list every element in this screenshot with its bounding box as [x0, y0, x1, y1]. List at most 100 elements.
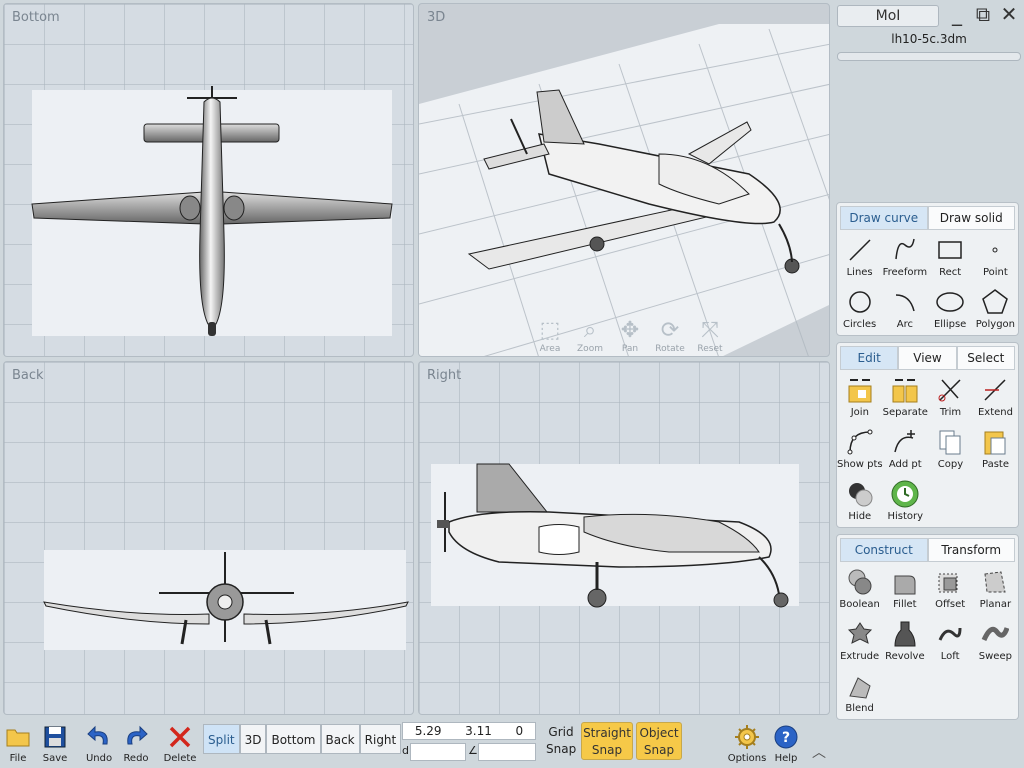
- view-bottom-button[interactable]: Bottom: [266, 724, 321, 754]
- arc-icon: [895, 294, 915, 312]
- file-button[interactable]: File: [0, 721, 36, 764]
- boolean-button[interactable]: Boolean: [837, 566, 882, 618]
- hide-button[interactable]: Hide: [837, 478, 883, 530]
- point-button[interactable]: Point: [973, 234, 1018, 286]
- app-badge[interactable]: MoI: [837, 5, 939, 27]
- viewport-bottom[interactable]: Bottom: [3, 3, 414, 357]
- undo-button[interactable]: Undo: [81, 721, 117, 764]
- tab-construct[interactable]: Construct: [840, 538, 928, 562]
- arc-button[interactable]: Arc: [882, 286, 927, 338]
- paste-button[interactable]: Paste: [973, 426, 1018, 478]
- freeform-icon: [895, 238, 915, 260]
- join-button[interactable]: Join: [837, 374, 883, 426]
- trim-icon: [938, 379, 961, 402]
- extend-button[interactable]: Extend: [973, 374, 1018, 426]
- ellipse-button[interactable]: Ellipse: [928, 286, 973, 338]
- line-icon: [849, 239, 871, 261]
- loft-icon: [938, 627, 962, 641]
- expand-up-icon[interactable]: ︿: [808, 742, 830, 762]
- blend-button[interactable]: Blend: [837, 670, 882, 722]
- viewport-back[interactable]: Back: [3, 361, 414, 715]
- viewport-3d[interactable]: 3D ⬚ Area ⌕ Zoom ✥ Pan ⟳ Rotate ⤧ Reset: [418, 3, 830, 357]
- aircraft-back-view: [43, 552, 409, 645]
- add-point-icon: [894, 430, 916, 453]
- planar-icon: [984, 571, 1006, 593]
- viewport-right[interactable]: Right: [418, 361, 830, 715]
- circles-button[interactable]: Circles: [837, 286, 882, 338]
- xyz-readout[interactable]: 5.29 3.11 0: [402, 722, 536, 740]
- grid-snap-toggle[interactable]: Grid Snap: [546, 724, 576, 758]
- sweep-icon: [982, 626, 1010, 642]
- redo-button[interactable]: Redo: [118, 721, 154, 764]
- polygon-icon: [982, 289, 1009, 314]
- view-right-button[interactable]: Right: [359, 724, 402, 754]
- extend-icon: [984, 379, 1007, 401]
- coordinate-input: 5.29 3.11 0 d ∠: [402, 722, 536, 762]
- tab-select[interactable]: Select: [956, 346, 1015, 370]
- offset-button[interactable]: Offset: [928, 566, 973, 618]
- zoom-area-icon[interactable]: ⬚ Area: [533, 318, 567, 354]
- ellipse-icon: [936, 292, 964, 312]
- pan-icon[interactable]: ✥ Pan: [613, 318, 647, 354]
- object-snap-toggle[interactable]: Object Snap: [636, 722, 682, 760]
- svg-text:?: ?: [782, 730, 790, 746]
- revolve-button[interactable]: Revolve: [882, 618, 927, 670]
- close-icon[interactable]: ✕: [998, 3, 1020, 25]
- history-button[interactable]: History: [883, 478, 928, 530]
- aircraft-bottom-view: [31, 86, 393, 336]
- boolean-icon: [848, 569, 872, 595]
- redo-icon: [127, 725, 148, 745]
- rotate-icon[interactable]: ⟳ Rotate: [653, 318, 687, 354]
- join-icon: [848, 379, 872, 403]
- extrude-button[interactable]: Extrude: [837, 618, 882, 670]
- save-button[interactable]: Save: [37, 721, 73, 764]
- freeform-button[interactable]: Freeform: [882, 234, 927, 286]
- viewport-title: Right: [427, 368, 462, 383]
- view-3d-button[interactable]: 3D: [239, 724, 267, 754]
- paste-icon: [984, 431, 1006, 455]
- rect-button[interactable]: Rect: [928, 234, 973, 286]
- minimize-icon[interactable]: _: [946, 3, 968, 25]
- sweep-button[interactable]: Sweep: [973, 618, 1018, 670]
- folder-icon: [6, 729, 30, 747]
- show-pts-button[interactable]: Show pts: [837, 426, 883, 478]
- add-pt-button[interactable]: Add pt: [883, 426, 928, 478]
- angle-label: ∠: [468, 744, 478, 757]
- view-back-button[interactable]: Back: [320, 724, 360, 754]
- separate-button[interactable]: Separate: [883, 374, 928, 426]
- extrude-icon: [847, 622, 872, 644]
- planar-button[interactable]: Planar: [973, 566, 1018, 618]
- fillet-icon: [894, 575, 916, 595]
- save-icon: [44, 726, 66, 748]
- loft-button[interactable]: Loft: [928, 618, 973, 670]
- construct-palette: Construct Transform Boolean Fillet Offse…: [836, 534, 1019, 720]
- options-button[interactable]: Options: [726, 721, 768, 764]
- bottom-toolbar: File Save Undo Redo Delete Split 3D Bott…: [0, 718, 1024, 768]
- tab-transform[interactable]: Transform: [927, 538, 1015, 562]
- straight-snap-toggle[interactable]: Straight Snap: [581, 722, 633, 760]
- draw-palette: Draw curve Draw solid Lines Freeform Rec…: [836, 202, 1019, 336]
- tab-draw-solid[interactable]: Draw solid: [927, 206, 1015, 230]
- gear-icon: [735, 725, 759, 749]
- side-panel: MoI _ ⧉ ✕ lh10-5c.3dm Draw curve Draw so…: [834, 0, 1024, 722]
- view-split-button[interactable]: Split: [203, 724, 240, 754]
- copy-button[interactable]: Copy: [928, 426, 973, 478]
- fillet-button[interactable]: Fillet: [882, 566, 927, 618]
- trim-button[interactable]: Trim: [928, 374, 973, 426]
- polygon-button[interactable]: Polygon: [973, 286, 1018, 338]
- lines-button[interactable]: Lines: [837, 234, 882, 286]
- tab-view[interactable]: View: [898, 346, 957, 370]
- tab-edit[interactable]: Edit: [840, 346, 899, 370]
- delete-button[interactable]: Delete: [162, 721, 198, 764]
- reset-view-icon[interactable]: ⤧ Reset: [693, 318, 727, 354]
- help-button[interactable]: ? Help: [768, 721, 804, 764]
- tab-draw-curve[interactable]: Draw curve: [840, 206, 928, 230]
- blend-icon: [848, 677, 871, 699]
- view-switcher: Split 3D Bottom Back Right: [203, 724, 402, 754]
- maximize-icon[interactable]: ⧉: [972, 3, 994, 25]
- distance-field[interactable]: [410, 743, 466, 761]
- separate-icon: [892, 379, 918, 403]
- history-icon: [891, 480, 919, 508]
- angle-field[interactable]: [478, 743, 536, 761]
- zoom-icon[interactable]: ⌕ Zoom: [573, 318, 607, 354]
